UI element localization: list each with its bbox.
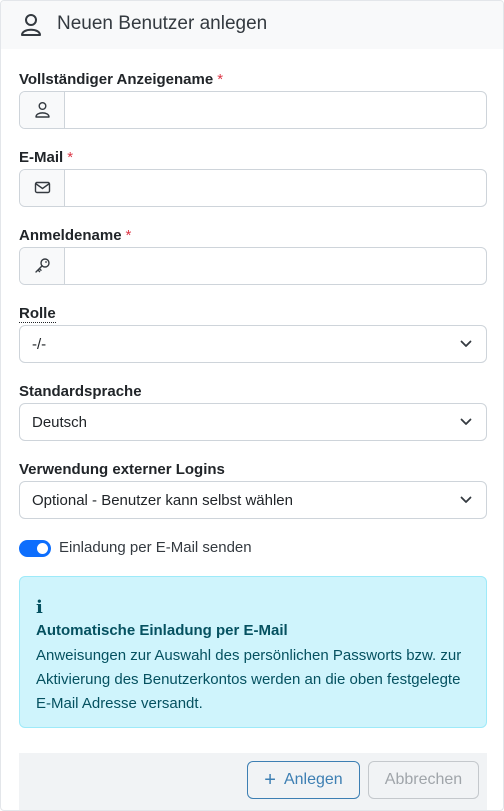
cancel-button-label: Abbrechen xyxy=(384,771,463,788)
invite-toggle[interactable] xyxy=(19,540,51,557)
email-group xyxy=(19,169,487,207)
login-name-group xyxy=(19,247,487,285)
chevron-down-icon xyxy=(460,418,472,425)
display-name-group xyxy=(19,91,487,129)
info-alert: i Automatische Einladung per E-Mail Anwe… xyxy=(19,576,487,728)
new-user-dialog: Neuen Benutzer anlegen Vollständiger Anz… xyxy=(0,0,504,811)
email-field[interactable] xyxy=(66,170,486,206)
dialog-title: Neuen Benutzer anlegen xyxy=(57,13,268,34)
email-label-text: E-Mail xyxy=(19,149,64,166)
info-alert-title: Automatische Einladung per E-Mail xyxy=(36,622,288,639)
external-logins-selected-value: Optional - Benutzer kann selbst wählen xyxy=(32,492,293,509)
user-icon xyxy=(21,14,41,36)
required-mark: * xyxy=(67,149,74,166)
display-name-label: Vollständiger Anzeigename * xyxy=(19,71,223,88)
invite-toggle-label[interactable]: Einladung per E-Mail senden xyxy=(59,539,252,556)
create-button-label: Anlegen xyxy=(283,771,343,788)
login-name-label-text: Anmeldename xyxy=(19,227,122,244)
login-name-input[interactable] xyxy=(66,248,486,284)
envelope-icon xyxy=(34,181,51,194)
required-mark: * xyxy=(217,71,224,88)
user-icon xyxy=(35,102,50,118)
role-label: Rolle xyxy=(19,305,56,323)
login-name-label: Anmeldename * xyxy=(19,227,131,244)
display-name-label-text: Vollständiger Anzeigename xyxy=(19,71,214,88)
role-select[interactable]: -/- xyxy=(19,325,487,363)
language-label-text: Standardsprache xyxy=(19,383,142,400)
create-button[interactable]: + Anlegen xyxy=(247,761,360,799)
external-logins-label: Verwendung externer Logins xyxy=(19,461,225,478)
info-alert-text: Anweisungen zur Auswahl des persönlichen… xyxy=(36,647,462,712)
language-label: Standardsprache xyxy=(19,383,142,400)
display-name-input[interactable] xyxy=(66,92,486,128)
required-mark: * xyxy=(125,227,132,244)
key-icon xyxy=(35,258,50,273)
display-name-addon xyxy=(20,92,65,128)
dialog-header: Neuen Benutzer anlegen xyxy=(1,1,503,49)
email-label: E-Mail * xyxy=(19,149,73,166)
language-selected-value: Deutsch xyxy=(32,414,88,431)
plus-icon: + xyxy=(264,769,276,791)
language-select[interactable]: Deutsch xyxy=(19,403,487,441)
external-logins-label-text: Verwendung externer Logins xyxy=(19,461,225,478)
email-addon xyxy=(20,170,65,206)
toggle-knob xyxy=(37,543,48,554)
info-icon: i xyxy=(36,597,43,618)
external-logins-select[interactable]: Optional - Benutzer kann selbst wählen xyxy=(19,481,487,519)
role-label-text: Rolle xyxy=(19,305,56,323)
role-selected-value: -/- xyxy=(32,336,47,353)
login-name-addon xyxy=(20,248,65,284)
dialog-footer: + Anlegen Abbrechen xyxy=(19,753,487,810)
chevron-down-icon xyxy=(460,496,472,503)
cancel-button[interactable]: Abbrechen xyxy=(368,761,479,799)
chevron-down-icon xyxy=(460,340,472,347)
